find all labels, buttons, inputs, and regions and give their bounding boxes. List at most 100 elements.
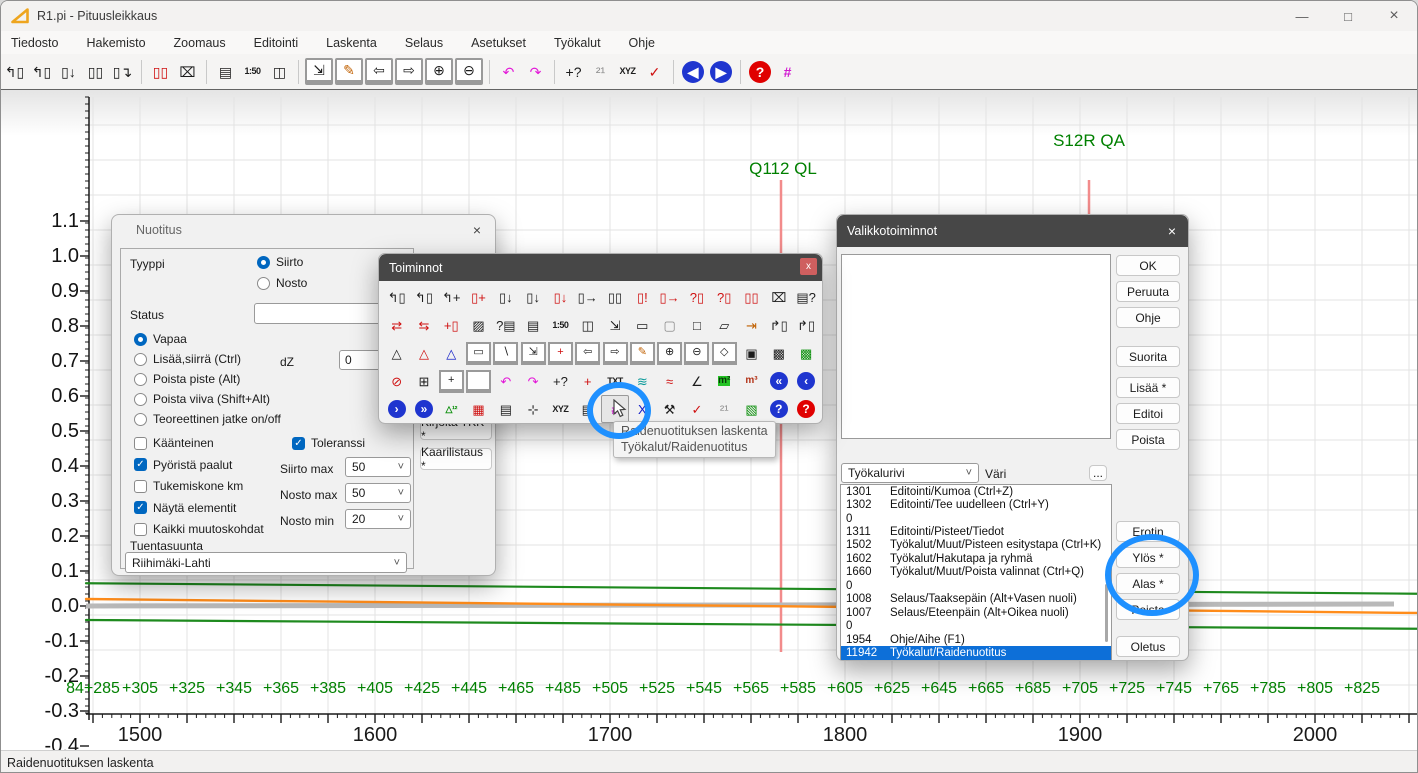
print-icon[interactable]: ▤ bbox=[213, 59, 238, 84]
write-selected-icon[interactable]: ▯↓ bbox=[547, 283, 574, 311]
write-alert-icon[interactable]: ▯! bbox=[629, 283, 656, 311]
nuotitus-close-icon[interactable]: × bbox=[473, 222, 481, 238]
limit-combo-nosto-max[interactable]: 50˅ bbox=[345, 483, 411, 503]
browse-next-icon[interactable]: ▶ bbox=[710, 61, 732, 83]
minimize-button[interactable]: — bbox=[1279, 1, 1325, 31]
delete-file-icon[interactable]: ⌧ bbox=[175, 59, 200, 84]
radio-lis-siirr-ctrl[interactable]: Lisää,siirrä (Ctrl) bbox=[134, 352, 241, 366]
point-code-21-icon[interactable]: ²¹ bbox=[588, 59, 613, 84]
toleranssi-checkbox[interactable]: ✓ Toleranssi bbox=[292, 436, 365, 450]
exit-door-icon[interactable]: ⇥ bbox=[738, 311, 765, 339]
poista-button[interactable]: Poista bbox=[1116, 429, 1180, 450]
checkbox-py-rist-paalut[interactable]: ✓Pyöristä paalut bbox=[134, 458, 232, 472]
move-axes-icon[interactable]: ⊹ bbox=[519, 395, 546, 423]
checkbox-kaikki-muutoskohdat[interactable]: Kaikki muutoskohdat bbox=[134, 522, 264, 536]
more-button[interactable]: ... bbox=[1089, 465, 1107, 481]
command-list-item-1502[interactable]: 1502Työkalut/Muut/Pisteen esitystapa (Ct… bbox=[841, 539, 1111, 552]
nav-first-icon[interactable]: « bbox=[765, 367, 792, 395]
redraw-icon[interactable]: ✎ bbox=[335, 58, 363, 85]
toiminnot-close-icon[interactable]: x bbox=[800, 258, 817, 275]
mon-right-icon[interactable]: ⇨ bbox=[601, 339, 628, 367]
nav-last-icon[interactable]: » bbox=[410, 395, 437, 423]
windows-stack-icon[interactable]: ▱ bbox=[711, 311, 738, 339]
write-format-icon[interactable]: ▯↓ bbox=[519, 283, 546, 311]
command-list-item-0[interactable]: 0 bbox=[841, 619, 1111, 632]
swap-in-icon[interactable]: ⇄ bbox=[383, 311, 410, 339]
suorita-button[interactable]: Suorita bbox=[1116, 346, 1180, 367]
print-icon[interactable]: ▤ bbox=[519, 311, 546, 339]
command-list-item-1602[interactable]: 1602Työkalut/Hakutapa ja ryhmä bbox=[841, 552, 1111, 565]
add-pages-icon[interactable]: +▯ bbox=[438, 311, 465, 339]
limit-combo-nosto-min[interactable]: 20˅ bbox=[345, 509, 411, 529]
valikkotoiminnot-close-icon[interactable]: × bbox=[1168, 223, 1176, 239]
angle-measure-icon[interactable]: ∠ bbox=[683, 367, 710, 395]
print-query-icon[interactable]: ?▤ bbox=[492, 311, 519, 339]
command-list-item-0[interactable]: 0 bbox=[841, 579, 1111, 592]
radio-vapaa[interactable]: Vapaa bbox=[134, 332, 187, 346]
command-list-item-1660[interactable]: 1660Työkalut/Muut/Poista valinnat (Ctrl+… bbox=[841, 566, 1111, 579]
list-icon[interactable]: ▤ bbox=[492, 395, 519, 423]
page-layout-icon[interactable]: ◫ bbox=[574, 311, 601, 339]
help-icon[interactable]: ? bbox=[749, 61, 771, 83]
help-read-2-icon[interactable]: ?▯ bbox=[711, 283, 738, 311]
swap-out-icon[interactable]: ⇆ bbox=[410, 311, 437, 339]
mon-expand-icon[interactable]: ⇲ bbox=[519, 339, 546, 367]
write-file-icon[interactable]: ▯↓ bbox=[56, 59, 81, 84]
help-read-icon[interactable]: ?▯ bbox=[683, 283, 710, 311]
zoom-out-icon[interactable]: ⊖ bbox=[455, 58, 483, 85]
browse-prev-icon[interactable]: ◀ bbox=[682, 61, 704, 83]
tyokalurivi-combo[interactable]: Työkalurivi˅ bbox=[841, 463, 979, 483]
mon-add-icon[interactable]: + bbox=[438, 367, 465, 395]
menu-item-asetukset[interactable]: Asetukset bbox=[457, 36, 540, 50]
checkbox-k-nteinen[interactable]: Käänteinen bbox=[134, 436, 214, 450]
no-fill-icon[interactable]: ⊘ bbox=[383, 367, 410, 395]
radio-siirto[interactable]: Siirto bbox=[257, 255, 303, 269]
notes-icon[interactable]: ▤? bbox=[792, 283, 819, 311]
command-list-item-0[interactable]: 0 bbox=[841, 512, 1111, 525]
wrench-icon[interactable]: ⚒ bbox=[656, 395, 683, 423]
hatch-black-icon[interactable]: △ bbox=[383, 339, 410, 367]
nav-next-icon[interactable]: › bbox=[383, 395, 410, 423]
diagram-multi-icon[interactable]: ▧ bbox=[738, 395, 765, 423]
check-red-icon[interactable]: ✓ bbox=[683, 395, 710, 423]
mon-plus-icon[interactable]: + bbox=[547, 339, 574, 367]
close-button[interactable]: × bbox=[1371, 1, 1417, 31]
hatch-red-icon[interactable]: △ bbox=[410, 339, 437, 367]
mon-zoom-in-icon[interactable]: ⊕ bbox=[656, 339, 683, 367]
approve-check-icon[interactable]: ✓ bbox=[642, 59, 667, 84]
delete-page-icon[interactable]: ⌧ bbox=[765, 283, 792, 311]
command-list-item-1311[interactable]: 1311Editointi/Pisteet/Tiedot bbox=[841, 525, 1111, 538]
zoom-in-icon[interactable]: ⊕ bbox=[425, 58, 453, 85]
write-active-file-icon[interactable]: ▯↴ bbox=[110, 59, 135, 84]
peruuta-button[interactable]: Peruuta bbox=[1116, 281, 1180, 302]
pattern-green-icon[interactable]: ▩ bbox=[792, 339, 819, 367]
read-add-icon[interactable]: ↰+ bbox=[438, 283, 465, 311]
write-file-options-icon[interactable]: ▯▯ bbox=[83, 59, 108, 84]
pan-left-icon[interactable]: ⇦ bbox=[365, 58, 393, 85]
ohje-button[interactable]: Ohje bbox=[1116, 307, 1180, 328]
redo-icon[interactable]: ↷ bbox=[519, 367, 546, 395]
command-list[interactable]: 1301Editointi/Kumoa (Ctrl+Z)1302Editoint… bbox=[840, 484, 1112, 660]
command-list-item-1954[interactable]: 1954Ohje/Aihe (F1) bbox=[841, 633, 1111, 646]
line-21-icon[interactable]: ²¹ bbox=[711, 395, 738, 423]
hatch-box-icon[interactable]: ▨ bbox=[465, 311, 492, 339]
ok-button[interactable]: OK bbox=[1116, 255, 1180, 276]
list-scrollbar[interactable] bbox=[1105, 584, 1108, 642]
mon-blank-icon[interactable] bbox=[465, 367, 492, 395]
pages-stack-icon[interactable]: ▯▯ bbox=[738, 283, 765, 311]
menu-item-hakemisto[interactable]: Hakemisto bbox=[72, 36, 159, 50]
xyz-plus-icon[interactable]: XYZ bbox=[547, 395, 574, 423]
mon-rect-icon[interactable]: ▭ bbox=[465, 339, 492, 367]
kaarilistaus-button[interactable]: Kaarilistaus * bbox=[420, 448, 492, 470]
command-list-item-11942[interactable]: 11942Työkalut/Raidenuotitus bbox=[841, 646, 1111, 659]
copy-elements-icon[interactable]: ▯▯ bbox=[148, 59, 173, 84]
point-query-icon[interactable]: +? bbox=[547, 367, 574, 395]
editoi-button[interactable]: Editoi bbox=[1116, 403, 1180, 424]
checkbox-tukemiskone-km[interactable]: Tukemiskone km bbox=[134, 479, 243, 493]
menu-item-editointi[interactable]: Editointi bbox=[240, 36, 312, 50]
frame-corners-icon[interactable]: ▣ bbox=[738, 339, 765, 367]
checkbox-n-yt-elementit[interactable]: ✓Näytä elementit bbox=[134, 501, 236, 515]
undo-icon[interactable]: ↶ bbox=[496, 59, 521, 84]
menu-item-ohje[interactable]: Ohje bbox=[615, 36, 669, 50]
pan-right-icon[interactable]: ⇨ bbox=[395, 58, 423, 85]
